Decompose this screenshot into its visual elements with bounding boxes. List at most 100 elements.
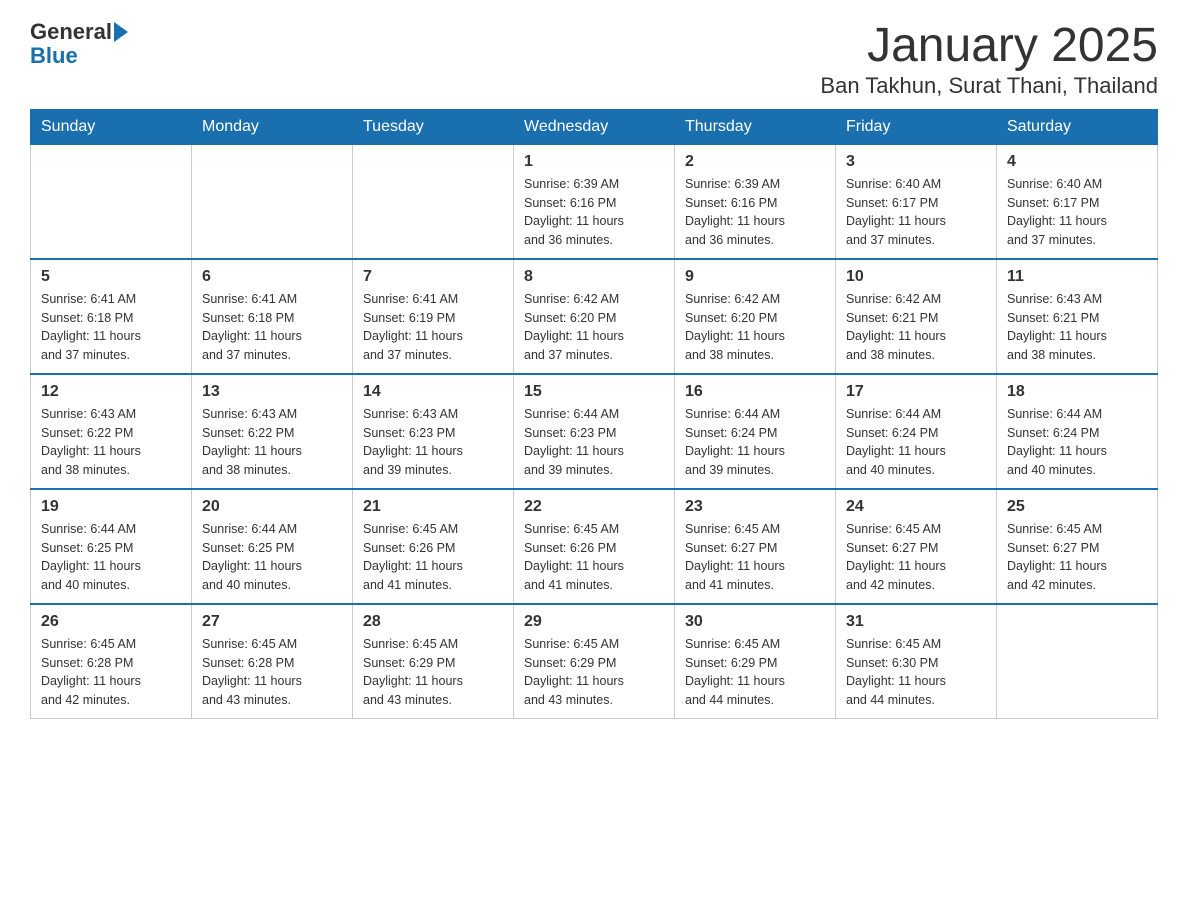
table-row: 10 Sunrise: 6:42 AM Sunset: 6:21 PM Dayli… [836, 259, 997, 374]
col-friday: Friday [836, 109, 997, 144]
day-info: Sunrise: 6:39 AM Sunset: 6:16 PM Dayligh… [524, 175, 664, 250]
table-row: 25 Sunrise: 6:45 AM Sunset: 6:27 PM Dayli… [997, 489, 1158, 604]
day-info: Sunrise: 6:44 AM Sunset: 6:25 PM Dayligh… [41, 520, 181, 595]
day-info: Sunrise: 6:45 AM Sunset: 6:29 PM Dayligh… [363, 635, 503, 710]
table-row: 1 Sunrise: 6:39 AM Sunset: 6:16 PM Daylig… [514, 144, 675, 259]
calendar-week-row: 1 Sunrise: 6:39 AM Sunset: 6:16 PM Daylig… [31, 144, 1158, 259]
table-row: 2Sunrise: 6:39 AM Sunset: 6:16 PM Daylig… [675, 144, 836, 259]
table-row: 6Sunrise: 6:41 AM Sunset: 6:18 PM Daylig… [192, 259, 353, 374]
day-number: 26 [41, 613, 181, 631]
day-info: Sunrise: 6:42 AM Sunset: 6:20 PM Dayligh… [524, 290, 664, 365]
table-row: 18Sunrise: 6:44 AM Sunset: 6:24 PM Dayli… [997, 374, 1158, 489]
day-number: 9 [685, 268, 825, 286]
day-number: 25 [1007, 498, 1147, 516]
table-row: 11 Sunrise: 6:43 AM Sunset: 6:21 PM Dayli… [997, 259, 1158, 374]
table-row: 7 Sunrise: 6:41 AM Sunset: 6:19 PM Daylig… [353, 259, 514, 374]
col-saturday: Saturday [997, 109, 1158, 144]
day-number: 4 [1007, 153, 1147, 171]
day-info: Sunrise: 6:45 AM Sunset: 6:27 PM Dayligh… [846, 520, 986, 595]
table-row: 8 Sunrise: 6:42 AM Sunset: 6:20 PM Daylig… [514, 259, 675, 374]
day-info: Sunrise: 6:41 AM Sunset: 6:19 PM Dayligh… [363, 290, 503, 365]
day-info: Sunrise: 6:41 AM Sunset: 6:18 PM Dayligh… [202, 290, 342, 365]
table-row: 24 Sunrise: 6:45 AM Sunset: 6:27 PM Dayli… [836, 489, 997, 604]
day-info: Sunrise: 6:43 AM Sunset: 6:21 PM Dayligh… [1007, 290, 1147, 365]
day-number: 21 [363, 498, 503, 516]
table-row: 22 Sunrise: 6:45 AM Sunset: 6:26 PM Dayli… [514, 489, 675, 604]
day-number: 17 [846, 383, 986, 401]
table-row [192, 144, 353, 259]
table-row [353, 144, 514, 259]
table-row [31, 144, 192, 259]
day-info: Sunrise: 6:43 AM Sunset: 6:23 PM Dayligh… [363, 405, 503, 480]
day-number: 30 [685, 613, 825, 631]
table-row: 29 Sunrise: 6:45 AM Sunset: 6:29 PM Dayli… [514, 604, 675, 719]
calendar-week-row: 19 Sunrise: 6:44 AM Sunset: 6:25 PM Dayli… [31, 489, 1158, 604]
month-title: January 2025 [820, 20, 1158, 73]
day-info: Sunrise: 6:43 AM Sunset: 6:22 PM Dayligh… [202, 405, 342, 480]
day-info: Sunrise: 6:45 AM Sunset: 6:27 PM Dayligh… [685, 520, 825, 595]
table-row: 27Sunrise: 6:45 AM Sunset: 6:28 PM Dayli… [192, 604, 353, 719]
table-row: 17 Sunrise: 6:44 AM Sunset: 6:24 PM Dayli… [836, 374, 997, 489]
col-thursday: Thursday [675, 109, 836, 144]
day-info: Sunrise: 6:45 AM Sunset: 6:29 PM Dayligh… [685, 635, 825, 710]
day-number: 7 [363, 268, 503, 286]
day-number: 18 [1007, 383, 1147, 401]
calendar-table: Sunday Monday Tuesday Wednesday Thursday… [30, 109, 1158, 719]
day-info: Sunrise: 6:45 AM Sunset: 6:26 PM Dayligh… [524, 520, 664, 595]
logo-text-general: General [30, 20, 112, 44]
calendar-week-row: 26Sunrise: 6:45 AM Sunset: 6:28 PM Dayli… [31, 604, 1158, 719]
table-row: 5 Sunrise: 6:41 AM Sunset: 6:18 PM Daylig… [31, 259, 192, 374]
day-info: Sunrise: 6:40 AM Sunset: 6:17 PM Dayligh… [846, 175, 986, 250]
day-info: Sunrise: 6:41 AM Sunset: 6:18 PM Dayligh… [41, 290, 181, 365]
table-row [997, 604, 1158, 719]
calendar-week-row: 12 Sunrise: 6:43 AM Sunset: 6:22 PM Dayli… [31, 374, 1158, 489]
day-number: 16 [685, 383, 825, 401]
day-number: 12 [41, 383, 181, 401]
location-subtitle: Ban Takhun, Surat Thani, Thailand [820, 73, 1158, 99]
table-row: 13Sunrise: 6:43 AM Sunset: 6:22 PM Dayli… [192, 374, 353, 489]
logo-triangle-icon [114, 22, 128, 42]
calendar-header-row: Sunday Monday Tuesday Wednesday Thursday… [31, 109, 1158, 144]
day-info: Sunrise: 6:44 AM Sunset: 6:25 PM Dayligh… [202, 520, 342, 595]
day-number: 5 [41, 268, 181, 286]
table-row: 12Sunrise: 6:43 AM Sunset: 6:22 PM Dayli… [31, 374, 192, 489]
table-row: 28 Sunrise: 6:45 AM Sunset: 6:29 PM Dayli… [353, 604, 514, 719]
table-row: 31 Sunrise: 6:45 AM Sunset: 6:30 PM Dayli… [836, 604, 997, 719]
table-row: 14 Sunrise: 6:43 AM Sunset: 6:23 PM Dayli… [353, 374, 514, 489]
day-info: Sunrise: 6:42 AM Sunset: 6:21 PM Dayligh… [846, 290, 986, 365]
day-info: Sunrise: 6:44 AM Sunset: 6:24 PM Dayligh… [846, 405, 986, 480]
day-number: 10 [846, 268, 986, 286]
day-number: 22 [524, 498, 664, 516]
day-info: Sunrise: 6:40 AM Sunset: 6:17 PM Dayligh… [1007, 175, 1147, 250]
day-number: 31 [846, 613, 986, 631]
col-monday: Monday [192, 109, 353, 144]
day-info: Sunrise: 6:44 AM Sunset: 6:23 PM Dayligh… [524, 405, 664, 480]
table-row: 15 Sunrise: 6:44 AM Sunset: 6:23 PM Dayli… [514, 374, 675, 489]
day-info: Sunrise: 6:45 AM Sunset: 6:29 PM Dayligh… [524, 635, 664, 710]
table-row: 19 Sunrise: 6:44 AM Sunset: 6:25 PM Dayli… [31, 489, 192, 604]
page-header: General Blue January 2025 Ban Takhun, Su… [30, 20, 1158, 99]
table-row: 9Sunrise: 6:42 AM Sunset: 6:20 PM Daylig… [675, 259, 836, 374]
col-wednesday: Wednesday [514, 109, 675, 144]
table-row: 26Sunrise: 6:45 AM Sunset: 6:28 PM Dayli… [31, 604, 192, 719]
logo: General Blue [30, 20, 128, 68]
day-number: 27 [202, 613, 342, 631]
day-number: 28 [363, 613, 503, 631]
day-number: 24 [846, 498, 986, 516]
day-number: 29 [524, 613, 664, 631]
table-row: 16 Sunrise: 6:44 AM Sunset: 6:24 PM Dayli… [675, 374, 836, 489]
day-number: 19 [41, 498, 181, 516]
day-number: 14 [363, 383, 503, 401]
table-row: 3 Sunrise: 6:40 AM Sunset: 6:17 PM Daylig… [836, 144, 997, 259]
day-number: 8 [524, 268, 664, 286]
day-info: Sunrise: 6:45 AM Sunset: 6:30 PM Dayligh… [846, 635, 986, 710]
day-info: Sunrise: 6:45 AM Sunset: 6:27 PM Dayligh… [1007, 520, 1147, 595]
table-row: 23 Sunrise: 6:45 AM Sunset: 6:27 PM Dayli… [675, 489, 836, 604]
day-number: 3 [846, 153, 986, 171]
day-number: 1 [524, 153, 664, 171]
col-tuesday: Tuesday [353, 109, 514, 144]
day-number: 11 [1007, 268, 1147, 286]
day-number: 23 [685, 498, 825, 516]
day-info: Sunrise: 6:44 AM Sunset: 6:24 PM Dayligh… [685, 405, 825, 480]
day-number: 15 [524, 383, 664, 401]
